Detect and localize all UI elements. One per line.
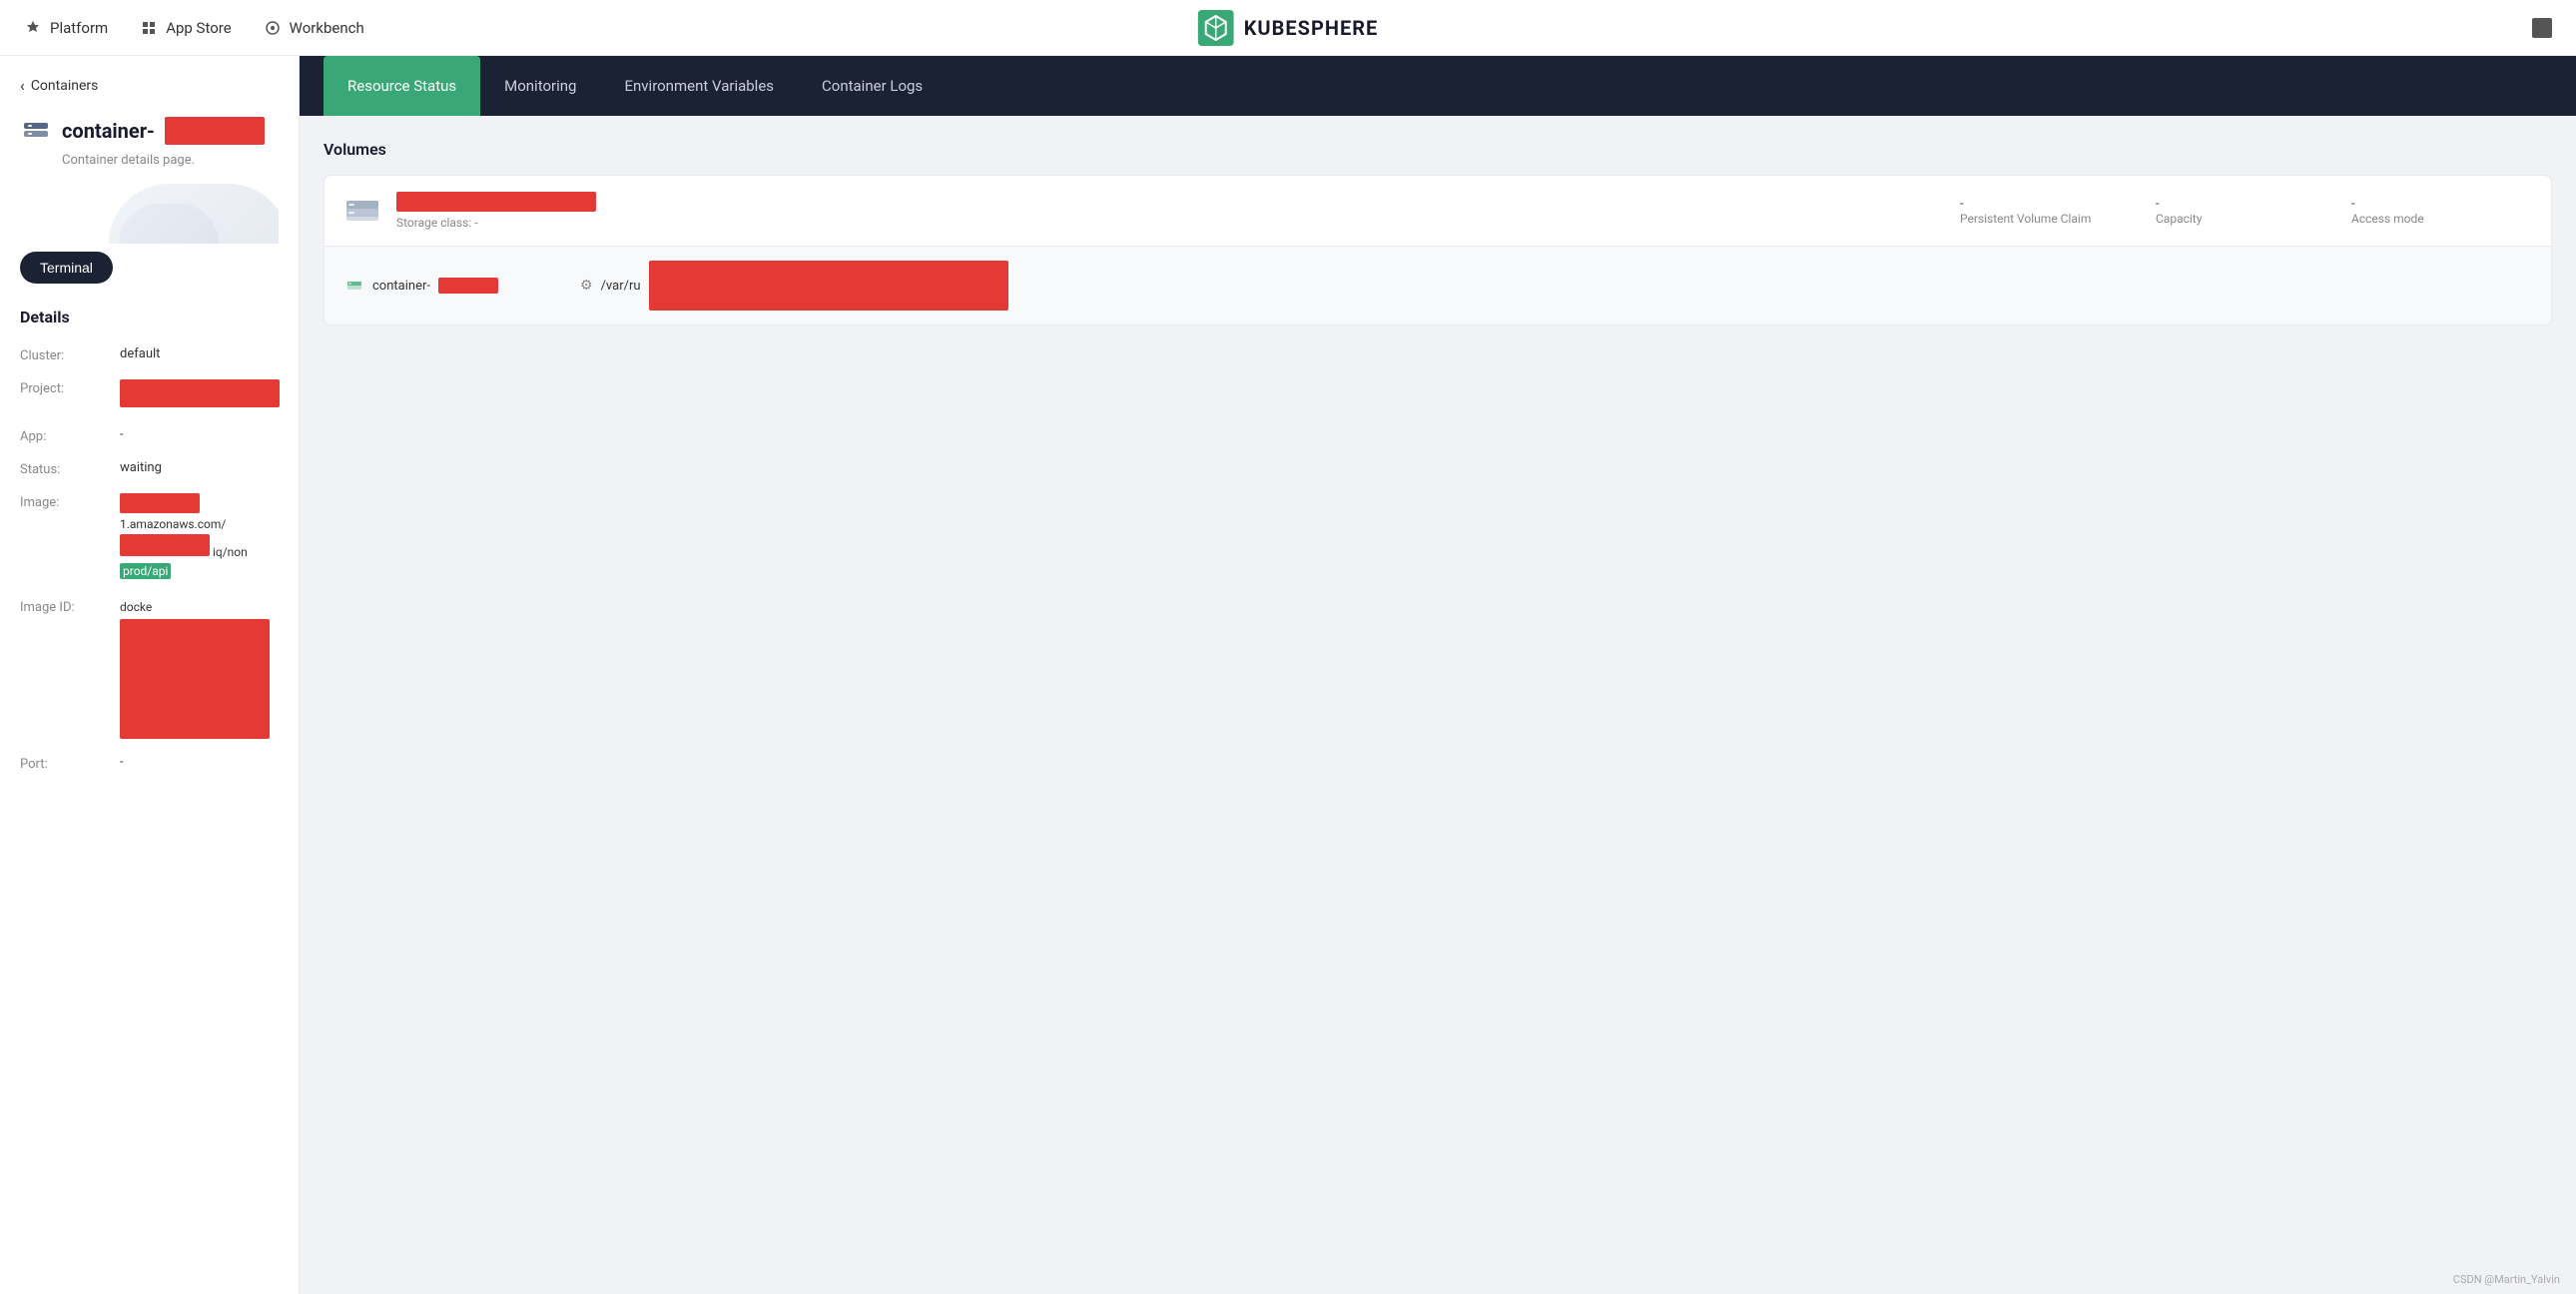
- terminal-button[interactable]: Terminal: [20, 252, 113, 284]
- cloud-shape-large: [109, 184, 279, 244]
- volume-header-row: Storage class: - - Persistent Volume Cla…: [324, 176, 2551, 247]
- tab-container-logs[interactable]: Container Logs: [798, 56, 947, 116]
- app-label: App:: [20, 427, 120, 444]
- appstore-icon: [140, 19, 158, 37]
- tab-environment-variables[interactable]: Environment Variables: [600, 56, 798, 116]
- container-name-redacted: [438, 278, 498, 294]
- container-header: container-: [20, 115, 279, 147]
- volume-name-block: Storage class: -: [396, 192, 1944, 230]
- kubesphere-logo-text: KUBESPHERE: [1244, 16, 1379, 40]
- image-redacted-top: [120, 493, 200, 513]
- content-area: Resource Status Monitoring Environment V…: [300, 56, 2576, 1294]
- sidebar: ‹ Containers container- Container detail…: [0, 56, 300, 1294]
- container-prefix-text: container-: [372, 279, 430, 294]
- volumes-card: Storage class: - - Persistent Volume Cla…: [323, 175, 2552, 325]
- image-text-line1: 1.amazonaws.com/ iq/non: [120, 517, 248, 559]
- project-redacted: [120, 379, 280, 407]
- container-subtitle: Container details page.: [20, 153, 279, 168]
- port-label: Port:: [20, 755, 120, 772]
- detail-image: Image: 1.amazonaws.com/ iq/non prod/api: [20, 493, 279, 582]
- image-redacted-mid: [120, 534, 210, 556]
- pvc-label: Persistent Volume Claim: [1960, 212, 2140, 226]
- platform-icon: [24, 19, 42, 37]
- capacity-value: -: [2156, 197, 2335, 212]
- platform-label: Platform: [50, 19, 108, 37]
- mount-path-cell: ⚙ /var/ru: [580, 261, 2531, 311]
- sidebar-decoration: [20, 184, 279, 244]
- imageid-redacted: [120, 619, 270, 739]
- gear-icon: ⚙: [580, 278, 593, 294]
- imageid-label: Image ID:: [20, 598, 120, 615]
- status-value: waiting: [120, 460, 162, 475]
- project-label: Project:: [20, 379, 120, 396]
- appstore-nav-item[interactable]: App Store: [140, 19, 231, 37]
- imageid-value: docke: [120, 598, 270, 739]
- image-value: 1.amazonaws.com/ iq/non prod/api: [120, 493, 279, 582]
- volume-capacity-col: - Capacity: [2156, 197, 2335, 226]
- tab-monitoring[interactable]: Monitoring: [480, 56, 600, 116]
- volume-detail-row: container- ⚙ /var/ru: [324, 247, 2551, 324]
- volume-storage-class: Storage class: -: [396, 216, 1944, 230]
- mount-path-prefix: /var/ru: [601, 279, 641, 294]
- project-value: [120, 379, 280, 411]
- container-cell-icon: [344, 276, 364, 296]
- content-body: Volumes Storag: [300, 116, 2576, 1294]
- image-text-line2: prod/api: [120, 563, 171, 579]
- access-mode-label: Access mode: [2351, 212, 2531, 226]
- detail-imageid: Image ID: docke: [20, 598, 279, 739]
- pvc-value: -: [1960, 197, 2140, 212]
- back-link[interactable]: ‹ Containers: [20, 76, 279, 95]
- access-mode-value: -: [2351, 197, 2531, 212]
- tab-resource-status[interactable]: Resource Status: [323, 56, 480, 116]
- detail-cluster: Cluster: default: [20, 346, 279, 363]
- status-label: Status:: [20, 460, 120, 477]
- tabs-bar: Resource Status Monitoring Environment V…: [300, 56, 2576, 116]
- volume-access-mode-col: - Access mode: [2351, 197, 2531, 226]
- imageid-text1: docke: [120, 600, 152, 614]
- top-navigation: Platform App Store Workbench: [0, 0, 2576, 56]
- logo-area: KUBESPHERE: [1198, 10, 1379, 46]
- capacity-label: Capacity: [2156, 212, 2335, 226]
- volume-name-redacted: [396, 192, 596, 212]
- cluster-value: default: [120, 346, 160, 361]
- nav-right-icon: [2532, 18, 2552, 38]
- appstore-label: App Store: [166, 19, 231, 37]
- main-layout: ‹ Containers container- Container detail…: [0, 56, 2576, 1294]
- nav-right: [2532, 18, 2552, 38]
- mount-path-redacted: [649, 261, 1008, 311]
- port-value: -: [120, 755, 124, 770]
- nav-left: Platform App Store Workbench: [24, 19, 364, 37]
- volumes-title: Volumes: [323, 140, 2552, 159]
- kubesphere-logo-icon: [1198, 10, 1234, 46]
- container-name-title: container-: [62, 119, 155, 143]
- platform-nav-item[interactable]: Platform: [24, 19, 108, 37]
- volume-pvc-col: - Persistent Volume Claim: [1960, 197, 2140, 226]
- workbench-nav-item[interactable]: Workbench: [264, 19, 364, 37]
- details-heading: Details: [20, 308, 279, 326]
- app-value: -: [120, 427, 124, 442]
- back-label: Containers: [31, 78, 99, 94]
- workbench-label: Workbench: [290, 19, 364, 37]
- detail-status: Status: waiting: [20, 460, 279, 477]
- detail-app: App: -: [20, 427, 279, 444]
- container-header-icon: [20, 115, 52, 147]
- image-label: Image:: [20, 493, 120, 510]
- detail-port: Port: -: [20, 755, 279, 772]
- cluster-label: Cluster:: [20, 346, 120, 363]
- back-arrow-icon: ‹: [20, 76, 25, 95]
- watermark: CSDN @Martin_Yalvin: [2453, 1273, 2560, 1286]
- volume-storage-icon: [344, 193, 380, 229]
- details-section: Details Cluster: default Project: App: -…: [20, 308, 279, 772]
- detail-project: Project:: [20, 379, 279, 411]
- container-name-cell: container-: [344, 276, 564, 296]
- container-name-redacted: [165, 117, 265, 145]
- workbench-icon: [264, 19, 282, 37]
